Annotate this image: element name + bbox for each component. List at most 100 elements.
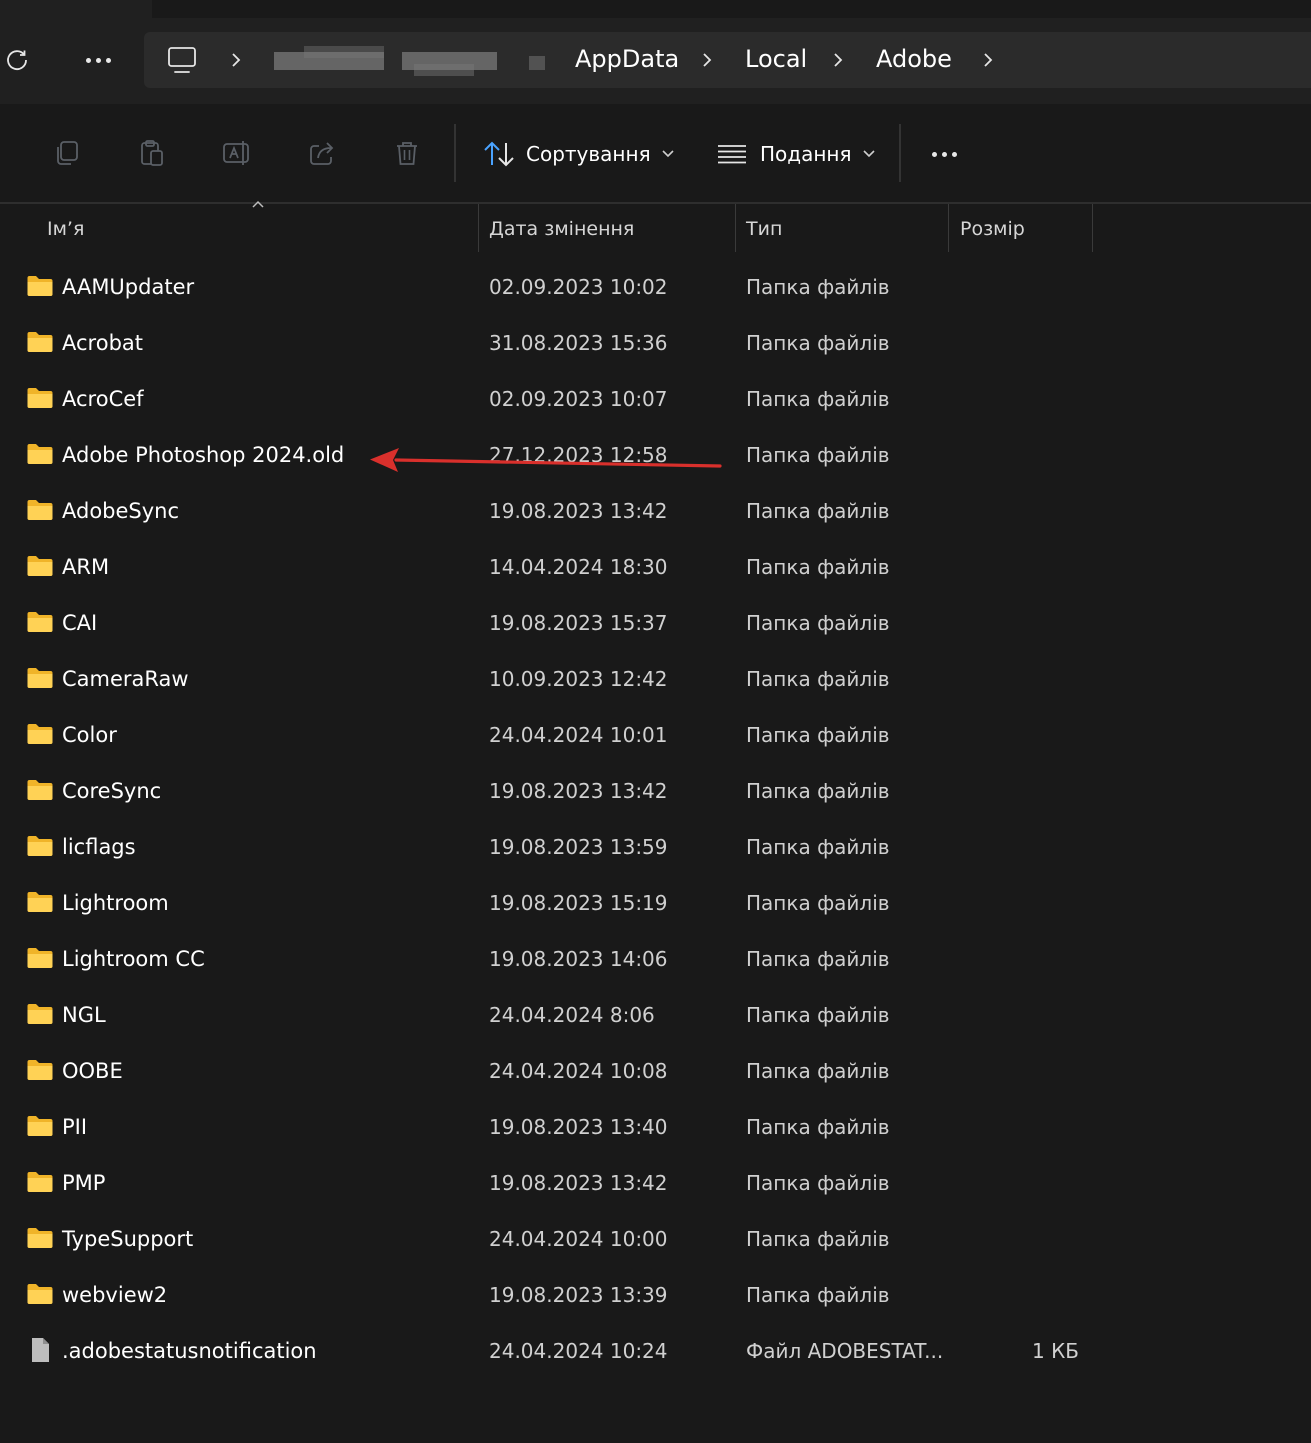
column-header-size[interactable]: Розмір [960, 204, 1025, 252]
file-date-modified: 19.08.2023 15:19 [489, 891, 668, 915]
paste-button[interactable] [134, 135, 170, 171]
file-row[interactable]: Lightroom 19.08.2023 15:19 Папка файлів [0, 876, 1311, 932]
copy-button[interactable] [49, 135, 85, 171]
file-type: Папка файлів [746, 667, 890, 691]
share-button[interactable] [304, 135, 340, 171]
file-type: Папка файлів [746, 611, 890, 635]
folder-icon [26, 722, 54, 746]
folder-icon [26, 834, 54, 858]
file-type: Папка файлів [746, 947, 890, 971]
sort-label: Сортування [526, 142, 651, 166]
file-name: CameraRaw [62, 667, 189, 691]
file-type: Папка файлів [746, 891, 890, 915]
file-date-modified: 24.04.2024 10:00 [489, 1227, 668, 1251]
file-type: Папка файлів [746, 1283, 890, 1307]
more-nav-button[interactable] [74, 42, 122, 78]
file-row[interactable]: CameraRaw 10.09.2023 12:42 Папка файлів [0, 652, 1311, 708]
column-header-type[interactable]: Тип [746, 204, 782, 252]
address-bar-area: AppData Local Adobe [0, 0, 1311, 105]
file-row[interactable]: OOBE 24.04.2024 10:08 Папка файлів [0, 1044, 1311, 1100]
file-date-modified: 14.04.2024 18:30 [489, 555, 668, 579]
this-pc-icon[interactable] [166, 44, 198, 76]
file-type: Папка файлів [746, 1227, 890, 1251]
file-type: Папка файлів [746, 499, 890, 523]
more-horizontal-icon [85, 57, 111, 63]
file-row[interactable]: ARM 14.04.2024 18:30 Папка файлів [0, 540, 1311, 596]
file-date-modified: 19.08.2023 13:42 [489, 779, 668, 803]
view-list-icon [718, 145, 746, 164]
folder-icon [26, 1058, 54, 1082]
delete-icon [397, 142, 417, 165]
file-icon [26, 1338, 54, 1362]
refresh-icon [7, 50, 27, 71]
file-row[interactable]: PMP 19.08.2023 13:42 Папка файлів [0, 1156, 1311, 1212]
file-row[interactable]: CoreSync 19.08.2023 13:42 Папка файлів [0, 764, 1311, 820]
file-row[interactable]: licflags 19.08.2023 13:59 Папка файлів [0, 820, 1311, 876]
file-row[interactable]: Lightroom CC 19.08.2023 14:06 Папка файлів [0, 932, 1311, 988]
file-name: CoreSync [62, 779, 162, 803]
breadcrumb-appdata[interactable]: AppData [575, 43, 679, 75]
column-header-date[interactable]: Дата змінення [489, 204, 634, 252]
file-name: PII [62, 1115, 88, 1139]
file-name: Acrobat [62, 331, 143, 355]
file-row[interactable]: NGL 24.04.2024 8:06 Папка файлів [0, 988, 1311, 1044]
file-date-modified: 24.04.2024 10:24 [489, 1339, 668, 1363]
file-name: Lightroom CC [62, 947, 205, 971]
file-row[interactable]: .adobestatusnotification 24.04.2024 10:24… [0, 1324, 1311, 1380]
chevron-down-icon [662, 150, 674, 158]
file-name: Color [62, 723, 117, 747]
address-breadcrumb[interactable]: AppData Local Adobe [144, 32, 1311, 88]
column-divider[interactable] [735, 204, 736, 252]
file-date-modified: 19.08.2023 13:59 [489, 835, 668, 859]
folder-icon [26, 554, 54, 578]
file-row[interactable]: webview2 19.08.2023 13:39 Папка файлів [0, 1268, 1311, 1324]
chevron-right-icon[interactable] [830, 48, 846, 72]
folder-icon [26, 330, 54, 354]
file-row[interactable]: TypeSupport 24.04.2024 10:00 Папка файлів [0, 1212, 1311, 1268]
folder-icon [26, 890, 54, 914]
file-name: AcroCef [62, 387, 144, 411]
breadcrumb-adobe[interactable]: Adobe [876, 43, 952, 75]
chevron-right-icon[interactable] [699, 48, 715, 72]
view-button[interactable]: Подання [716, 134, 876, 174]
file-type: Папка файлів [746, 275, 890, 299]
chevron-right-icon[interactable] [228, 48, 244, 72]
rename-button[interactable] [219, 135, 255, 171]
file-date-modified: 19.08.2023 13:40 [489, 1115, 668, 1139]
chevron-down-icon [862, 150, 875, 158]
file-name: CAI [62, 611, 98, 635]
file-name: PMP [62, 1171, 106, 1195]
breadcrumb-local[interactable]: Local [745, 43, 807, 75]
column-divider[interactable] [1092, 204, 1093, 252]
delete-button[interactable] [389, 135, 425, 171]
file-date-modified: 02.09.2023 10:02 [489, 275, 668, 299]
column-divider[interactable] [478, 204, 479, 252]
file-row[interactable]: Color 24.04.2024 10:01 Папка файлів [0, 708, 1311, 764]
folder-icon [26, 610, 54, 634]
sort-icon [484, 141, 514, 167]
share-icon [310, 142, 334, 165]
column-divider[interactable] [948, 204, 949, 252]
folder-icon [26, 778, 54, 802]
rename-icon [223, 141, 249, 165]
file-row[interactable]: Acrobat 31.08.2023 15:36 Папка файлів [0, 316, 1311, 372]
file-type: Папка файлів [746, 555, 890, 579]
sort-button[interactable]: Сортування [482, 134, 675, 174]
tab-strip [152, 0, 1311, 18]
file-row[interactable]: AcroCef 02.09.2023 10:07 Папка файлів [0, 372, 1311, 428]
file-name: AAMUpdater [62, 275, 195, 299]
file-row[interactable]: CAI 19.08.2023 15:37 Папка файлів [0, 596, 1311, 652]
file-row[interactable]: AdobeSync 19.08.2023 13:42 Папка файлів [0, 484, 1311, 540]
toolbar-separator [899, 124, 901, 182]
refresh-button[interactable] [0, 42, 34, 78]
column-header-name[interactable]: Ім’я [47, 204, 84, 252]
folder-icon [26, 274, 54, 298]
file-type: Папка файлів [746, 387, 890, 411]
file-type: Папка файлів [746, 1115, 890, 1139]
file-row[interactable]: PII 19.08.2023 13:40 Папка файлів [0, 1100, 1311, 1156]
folder-icon [26, 1170, 54, 1194]
more-options-button[interactable] [922, 134, 966, 174]
chevron-right-icon[interactable] [980, 48, 996, 72]
blurred-username [274, 44, 549, 78]
file-row[interactable]: AAMUpdater 02.09.2023 10:02 Папка файлів [0, 260, 1311, 316]
